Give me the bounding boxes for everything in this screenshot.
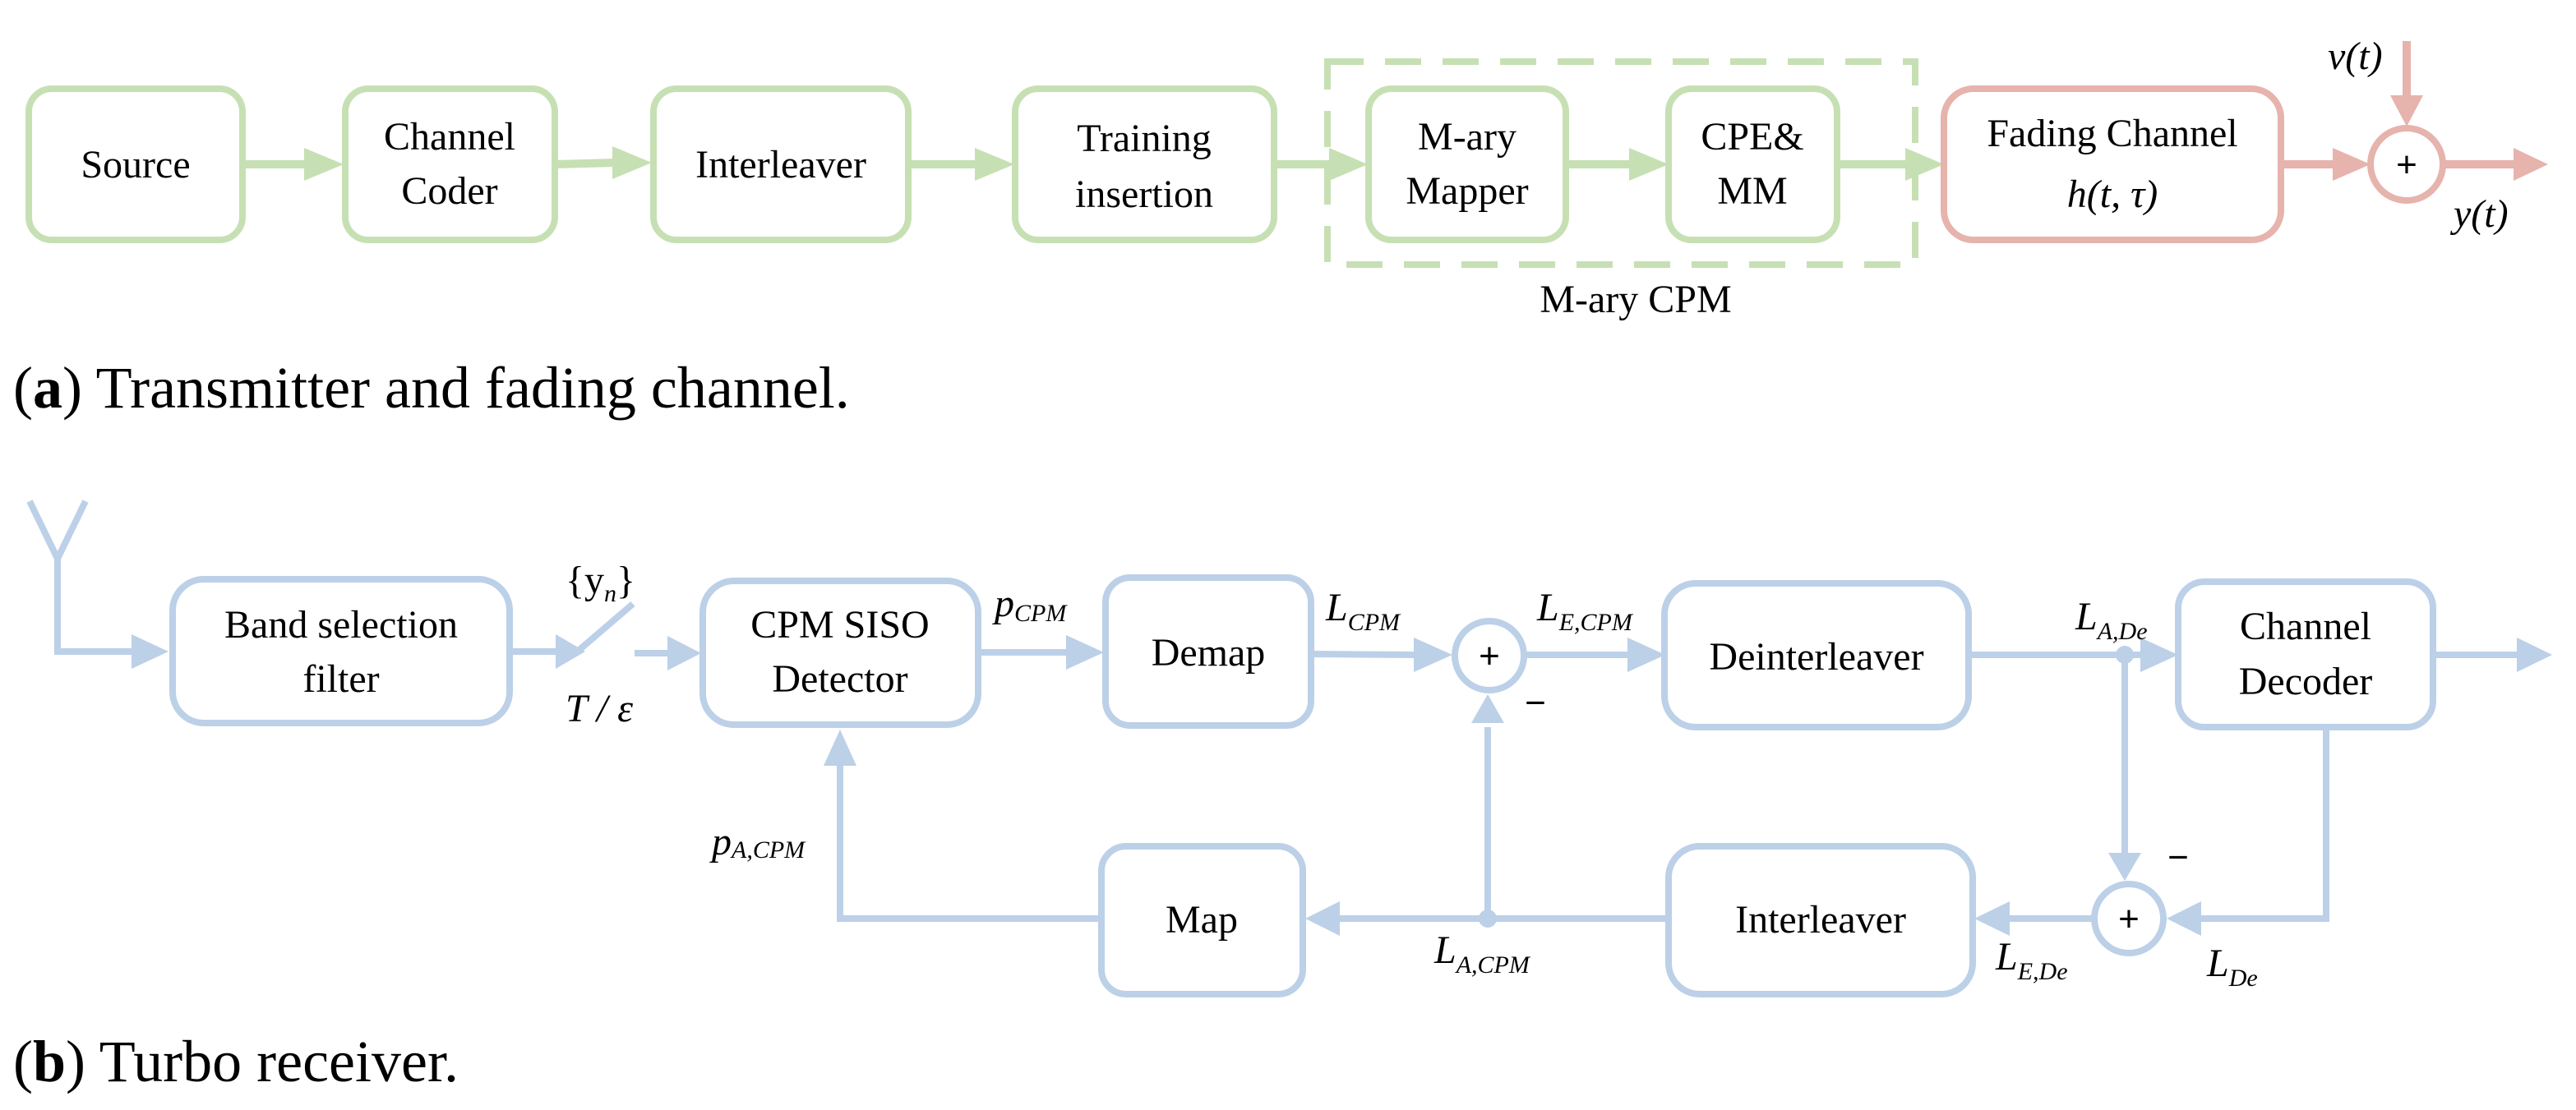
- arrowhead: [1329, 148, 1368, 181]
- svg-text:insertion: insertion: [1075, 173, 1213, 216]
- svg-text:Channel: Channel: [2240, 605, 2371, 648]
- svg-text:Band selection: Band selection: [224, 603, 458, 647]
- svg-text:Interleaver: Interleaver: [695, 143, 866, 187]
- arrowhead: [2333, 148, 2371, 181]
- svg-text:h(t, τ): h(t, τ): [2067, 173, 2158, 216]
- block-interleaver[interactable]: Interleaver: [650, 85, 912, 243]
- arrowhead: [2514, 148, 2548, 181]
- arrowhead: [1905, 148, 1944, 181]
- sum-node-noise: +: [2367, 125, 2446, 204]
- svg-text:CPM SISO: CPM SISO: [750, 603, 929, 647]
- minus-sign: −: [1525, 683, 1546, 723]
- svg-text:Mapper: Mapper: [1406, 169, 1528, 213]
- arrowhead: [2108, 853, 2141, 881]
- block-cpm-siso-detector[interactable]: CPM SISO Detector: [699, 578, 981, 728]
- svg-text:+: +: [1479, 636, 1500, 676]
- svg-text:Detector: Detector: [772, 657, 907, 701]
- svg-text:Map: Map: [1166, 898, 1238, 942]
- arrowhead: [1629, 148, 1669, 181]
- block-map[interactable]: Map: [1098, 843, 1306, 997]
- block-interleaver[interactable]: Interleaver: [1665, 843, 1976, 997]
- svg-text:M-ary: M-ary: [1418, 115, 1517, 159]
- block-demap[interactable]: Demap: [1102, 574, 1314, 729]
- arrowhead: [667, 636, 701, 670]
- svg-text:filter: filter: [302, 657, 379, 701]
- minus-sign: −: [2167, 837, 2189, 877]
- signal-l-e-de: LE,De: [1995, 935, 2068, 985]
- caption-a: (a) Transmitter and fading channel.: [13, 355, 850, 421]
- svg-text:Demap: Demap: [1152, 631, 1266, 675]
- arrowhead: [1066, 635, 1104, 670]
- block-source[interactable]: Source: [25, 85, 246, 243]
- arrow-coder-to-interleaver: [554, 159, 616, 168]
- signal-l-e-cpm: LE,CPM: [1536, 586, 1634, 636]
- svg-text:Interleaver: Interleaver: [1735, 898, 1906, 942]
- arrowhead: [2390, 95, 2423, 127]
- noise-label: v(t): [2328, 35, 2383, 78]
- arrowhead: [612, 146, 652, 179]
- svg-text:Decoder: Decoder: [2239, 660, 2373, 703]
- output-label: y(t): [2449, 192, 2509, 236]
- arrowhead: [1305, 901, 1340, 936]
- svg-text:Fading Channel: Fading Channel: [1987, 112, 2237, 155]
- signal-l-cpm: LCPM: [1325, 586, 1401, 636]
- svg-text:Training: Training: [1077, 117, 1212, 160]
- block-deinterleaver[interactable]: Deinterleaver: [1661, 580, 1972, 730]
- arrowhead: [1414, 638, 1452, 672]
- signal-l-de: LDe: [2206, 942, 2258, 992]
- svg-text:MM: MM: [1717, 169, 1787, 213]
- arrow-decoder-to-sum2: [2199, 727, 2329, 922]
- transmitter-diagram: M-ary CPM Source Channel Coder Interleav…: [13, 35, 2548, 421]
- arrowhead: [975, 148, 1014, 181]
- block-fading-channel[interactable]: Fading Channel h(t, τ): [1941, 85, 2284, 243]
- signal-p-cpm: pCPM: [992, 582, 1068, 627]
- svg-text:+: +: [2396, 145, 2417, 185]
- sampling-rate-label: T / ε: [566, 687, 633, 730]
- block-training-insertion[interactable]: Training insertion: [1012, 85, 1277, 243]
- arrowhead: [2167, 901, 2201, 936]
- arrowhead: [1627, 638, 1665, 672]
- sampler-output-label: {yn}: [566, 559, 635, 607]
- svg-text:Channel: Channel: [384, 115, 515, 159]
- block-band-selection-filter[interactable]: Band selection filter: [169, 576, 513, 726]
- sum-node-extrinsic-cpm: +: [1452, 618, 1527, 693]
- arrowhead: [1974, 901, 2010, 936]
- arrowhead: [2517, 638, 2552, 672]
- caption-b: (b) Turbo receiver.: [13, 1029, 459, 1094]
- svg-text:+: +: [2118, 899, 2140, 939]
- block-channel-decoder[interactable]: Channel Decoder: [2175, 578, 2436, 730]
- arrowhead: [824, 730, 856, 766]
- arrowhead: [1471, 694, 1504, 723]
- signal-p-a-cpm: pA,CPM: [709, 820, 806, 864]
- svg-text:Coder: Coder: [401, 169, 497, 213]
- block-channel-coder[interactable]: Channel Coder: [342, 85, 558, 243]
- sampler-switch-icon[interactable]: [573, 601, 635, 656]
- svg-text:Deinterleaver: Deinterleaver: [1709, 635, 1923, 679]
- svg-text:Source: Source: [81, 143, 190, 187]
- signal-l-a-de: LA,De: [2075, 595, 2148, 645]
- svg-text:CPE&: CPE&: [1701, 115, 1803, 159]
- signal-l-a-cpm: LA,CPM: [1433, 928, 1531, 979]
- block-mary-mapper[interactable]: M-ary Mapper: [1365, 85, 1569, 243]
- antenna-icon: [26, 500, 169, 669]
- block-diagram: M-ary CPM Source Channel Coder Interleav…: [13, 35, 2552, 1094]
- receiver-diagram: Band selection filter CPM SISO Detector …: [13, 500, 2552, 1094]
- mary-cpm-group-label: M-ary CPM: [1540, 278, 1731, 321]
- arrow-map-to-detector: [837, 764, 1101, 922]
- block-cpe-mm[interactable]: CPE& MM: [1665, 85, 1840, 243]
- sum-node-extrinsic-decoder: +: [2091, 881, 2167, 956]
- arrow-demap-to-sum: [1310, 651, 1416, 658]
- arrowhead: [304, 148, 344, 181]
